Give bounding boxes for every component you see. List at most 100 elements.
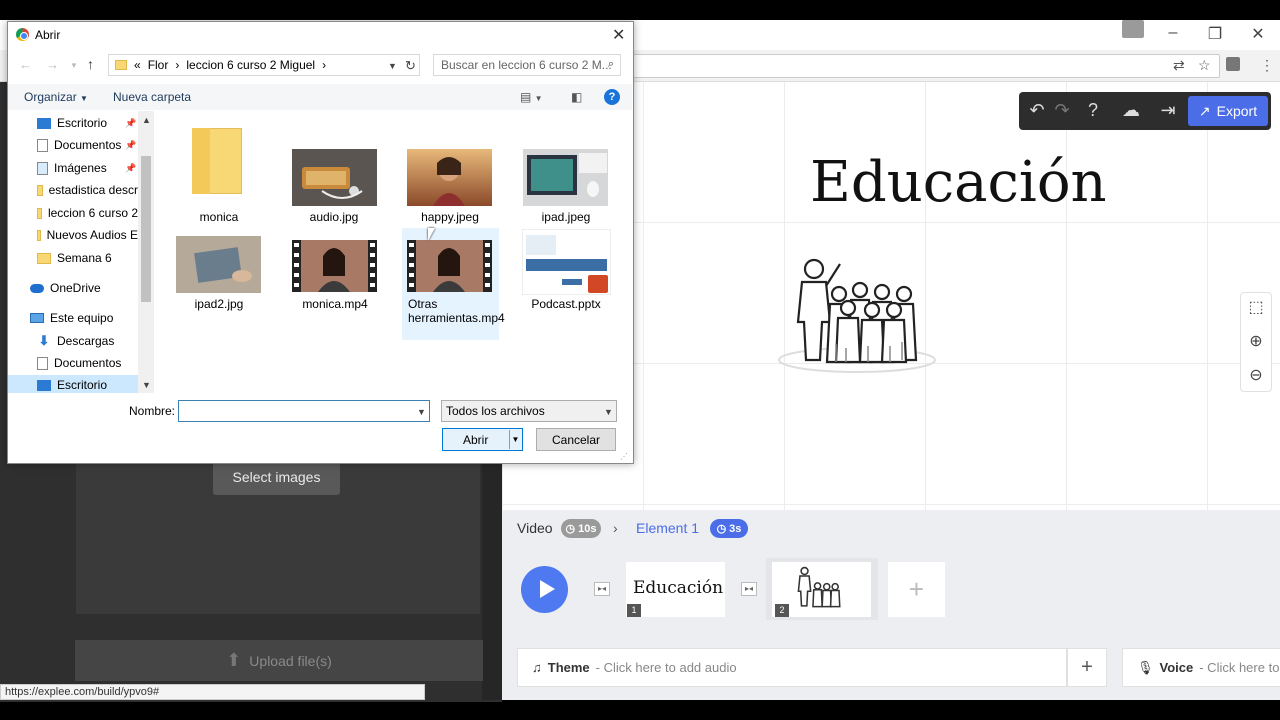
file-type-select[interactable]: Todos los archivos xyxy=(441,400,617,422)
file-item-monica-folder[interactable]: monica xyxy=(171,210,267,224)
file-item-ipad2[interactable]: ipad2.jpg xyxy=(171,297,267,311)
preview-pane-icon[interactable]: ◧ xyxy=(571,90,582,104)
refresh-icon[interactable]: ↻ xyxy=(405,58,416,74)
export-label: Export xyxy=(1216,103,1258,119)
fit-selection-icon[interactable]: ⬚ xyxy=(1245,297,1267,319)
theme-audio-bar[interactable]: ♫ Theme - Click here to add audio xyxy=(517,648,1067,687)
thumbnail-illustration xyxy=(797,566,841,608)
podcast-pptx-thumbnail[interactable] xyxy=(522,229,611,295)
cancel-button[interactable]: Cancelar xyxy=(536,428,616,451)
scroll-up-icon[interactable]: ▲ xyxy=(142,115,151,125)
path-dropdown-icon[interactable]: ▼ xyxy=(388,61,397,71)
path-segment-leccion[interactable]: leccion 6 curso 2 Miguel xyxy=(186,58,315,72)
restore-icon[interactable]: ❐ xyxy=(1205,24,1225,44)
breadcrumb-video[interactable]: Video xyxy=(517,520,553,536)
dialog-close-icon[interactable]: ✕ xyxy=(612,25,625,45)
pin-icon: 📌 xyxy=(125,163,137,173)
nav-item-nuevos-audios[interactable]: Nuevos Audios E xyxy=(37,228,138,242)
transition-icon[interactable]: ▸◂ xyxy=(741,582,757,596)
documents-icon xyxy=(37,138,48,152)
nav-item-imagenes[interactable]: Imágenes xyxy=(37,161,137,175)
extension-icon[interactable] xyxy=(1226,57,1240,71)
file-item-otras-herramientas[interactable]: Otras herramientas.mp4 xyxy=(403,297,505,325)
open-split-dropdown-icon[interactable]: ▼ xyxy=(509,430,521,449)
redo-icon[interactable]: ↷ xyxy=(1050,100,1074,121)
undo-icon[interactable]: ↶ xyxy=(1025,100,1049,121)
ipad2-thumbnail[interactable] xyxy=(176,236,261,293)
translate-icon[interactable]: ⇄ xyxy=(1173,57,1185,74)
nav-item-leccion[interactable]: leccion 6 curso 2 xyxy=(37,206,138,220)
address-bar[interactable] xyxy=(600,54,1220,78)
nav-item-escritorio-2[interactable]: Escritorio xyxy=(37,378,138,392)
file-item-happy[interactable]: happy.jpeg xyxy=(402,210,498,224)
profile-icon[interactable] xyxy=(1122,20,1144,38)
view-options-icon[interactable]: ▤ ▼ xyxy=(520,90,543,104)
voice-audio-bar[interactable]: 🎙 Voice - Click here to ac xyxy=(1122,648,1280,687)
file-item-podcast[interactable]: Podcast.pptx xyxy=(518,297,614,311)
voice-label: Voice xyxy=(1159,660,1194,675)
scroll-down-icon[interactable]: ▼ xyxy=(142,380,151,390)
file-item-monica-mp4[interactable]: monica.mp4 xyxy=(287,297,383,311)
slide-thumbnail-1[interactable]: Educación 1 xyxy=(626,562,725,617)
minimize-icon[interactable]: – xyxy=(1163,24,1183,42)
nav-item-este-equipo[interactable]: Este equipo xyxy=(30,311,138,325)
bookmark-star-icon[interactable]: ☆ xyxy=(1198,57,1211,74)
nav-item-semana-6[interactable]: Semana 6 xyxy=(37,251,138,265)
add-slide-button[interactable]: + xyxy=(888,562,945,617)
chrome-logo-icon xyxy=(16,28,29,41)
filename-dropdown-icon[interactable]: ▼ xyxy=(417,407,426,417)
nav-item-documentos-2[interactable]: Documentos xyxy=(37,356,138,370)
path-overflow[interactable]: « xyxy=(134,58,141,72)
search-input[interactable]: Buscar en leccion 6 curso 2 M... ⌕ xyxy=(433,54,621,76)
otras-herramientas-thumbnail[interactable] xyxy=(407,240,492,292)
zoom-in-icon[interactable]: ⊕ xyxy=(1245,331,1267,353)
path-segment-flor[interactable]: Flor xyxy=(148,58,169,72)
exit-icon[interactable]: ⇥ xyxy=(1156,100,1180,121)
nav-item-descargas[interactable]: ⬇ Descargas xyxy=(37,333,138,349)
path-breadcrumb[interactable]: « Flor › leccion 6 curso 2 Miguel › xyxy=(108,54,420,76)
file-item-audio[interactable]: audio.jpg xyxy=(286,210,382,224)
menu-dots-icon[interactable]: ⋮ xyxy=(1260,57,1274,74)
folder-icon xyxy=(37,207,42,219)
transition-icon[interactable]: ▸◂ xyxy=(594,582,610,596)
search-placeholder: Buscar en leccion 6 curso 2 M... xyxy=(441,58,612,72)
recent-chevron-icon[interactable]: ▼ xyxy=(70,61,78,70)
breadcrumb-element[interactable]: Element 1 xyxy=(636,520,699,536)
folder-icon xyxy=(37,229,41,241)
folder-icon xyxy=(192,128,242,194)
file-item-ipad[interactable]: ipad.jpeg xyxy=(518,210,614,224)
teacher-students-illustration[interactable] xyxy=(776,252,938,380)
resize-grip-icon[interactable]: ⋰ xyxy=(620,452,628,461)
happy-thumbnail[interactable] xyxy=(407,149,492,206)
new-folder-button[interactable]: Nueva carpeta xyxy=(113,90,191,104)
ipad-thumbnail[interactable] xyxy=(523,149,608,206)
help-icon[interactable]: ? xyxy=(604,89,620,105)
up-arrow-icon[interactable]: ↑ xyxy=(87,56,94,72)
cloud-upload-icon[interactable]: ☁ xyxy=(1119,100,1143,121)
nav-item-escritorio[interactable]: Escritorio xyxy=(37,116,137,130)
nav-item-onedrive[interactable]: OneDrive xyxy=(30,281,138,295)
play-button[interactable] xyxy=(521,566,568,613)
slide-thumbnail-2[interactable]: 2 xyxy=(772,562,871,617)
organize-menu[interactable]: Organizar ▼ xyxy=(24,90,88,104)
help-circle-icon[interactable]: ? xyxy=(1081,100,1105,121)
upload-files-button[interactable]: ⬆ Upload file(s) xyxy=(75,640,483,681)
audio-thumbnail[interactable] xyxy=(292,149,377,206)
close-window-icon[interactable]: ✕ xyxy=(1248,24,1268,44)
monica-video-thumbnail[interactable] xyxy=(292,240,377,292)
add-audio-button[interactable]: + xyxy=(1067,648,1107,687)
panel-scrollbar[interactable] xyxy=(482,440,502,700)
nav-scrollbar-thumb[interactable] xyxy=(141,156,151,302)
nav-item-estadistica[interactable]: estadistica descr xyxy=(37,183,138,197)
slide-title[interactable]: Educación xyxy=(810,150,1107,215)
filename-input[interactable] xyxy=(178,400,430,422)
forward-arrow-icon[interactable]: → xyxy=(46,57,59,72)
zoom-out-icon[interactable]: ⊖ xyxy=(1245,365,1267,387)
desktop-icon xyxy=(37,117,51,129)
chevron-down-icon[interactable]: ▼ xyxy=(604,407,613,417)
chevron-down-icon: ▼ xyxy=(80,94,88,103)
export-button[interactable]: ↗ Export xyxy=(1188,96,1268,126)
search-icon[interactable]: ⌕ xyxy=(608,58,614,71)
nav-item-documentos[interactable]: Documentos xyxy=(37,138,137,152)
back-arrow-icon[interactable]: ← xyxy=(19,57,32,72)
